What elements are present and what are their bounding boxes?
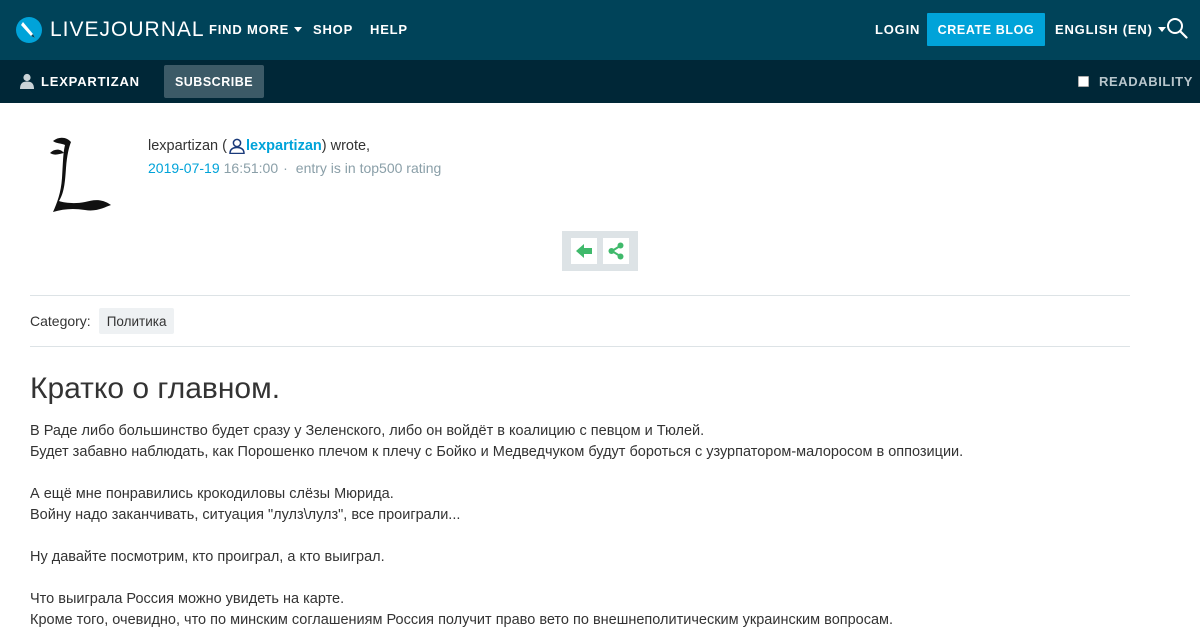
entry-category: Category: Политика xyxy=(30,308,175,334)
body-line: Ну давайте посмотрим, кто проиграл, а кт… xyxy=(30,549,385,565)
body-line: А ещё мне понравились крокодиловы слёзы … xyxy=(30,486,394,502)
author-name: lexpartizan xyxy=(148,138,219,154)
share-icon xyxy=(608,242,624,260)
entry-actions xyxy=(562,231,638,271)
rating-note: entry is in top500 rating xyxy=(295,160,442,176)
livejournal-logo[interactable]: LIVEJOURNAL xyxy=(15,15,205,45)
login-link[interactable]: LOGIN xyxy=(875,22,920,37)
nav-find-more-label: FIND MORE xyxy=(209,22,290,37)
divider xyxy=(30,346,1130,347)
top-navigation-bar: LIVEJOURNAL FIND MORE SHOP HELP LOGIN CR… xyxy=(0,0,1200,60)
entry-time: 16:51:00 xyxy=(223,160,279,176)
nav-help[interactable]: HELP xyxy=(370,22,408,37)
wrote-text: wrote, xyxy=(330,138,371,154)
language-label: ENGLISH (EN) xyxy=(1055,22,1153,37)
category-label: Category: xyxy=(30,313,91,329)
category-tag[interactable]: Политика xyxy=(98,308,175,334)
arrow-left-icon xyxy=(576,244,592,258)
entry-date-line: 2019-07-19 16:51:00 · entry is in top500… xyxy=(148,158,441,178)
body-line: Что выиграла Россия можно увидеть на кар… xyxy=(30,591,345,607)
previous-entry-button[interactable] xyxy=(571,238,597,264)
user-icon xyxy=(20,73,34,89)
share-button[interactable] xyxy=(603,238,629,264)
readability-toggle[interactable]: READABILITY xyxy=(1078,74,1193,89)
logo-text: LIVEJOURNAL xyxy=(50,18,205,41)
chevron-down-icon xyxy=(294,27,303,33)
chevron-down-icon xyxy=(1157,27,1166,33)
subscribe-button[interactable]: SUBSCRIBE xyxy=(164,65,264,98)
author-link[interactable]: lexpartizan xyxy=(246,138,322,154)
language-selector[interactable]: ENGLISH (EN) xyxy=(1055,22,1166,37)
create-blog-button[interactable]: CREATE BLOG xyxy=(927,13,1045,46)
body-line: Будет забавно наблюдать, как Порошенко п… xyxy=(30,444,964,460)
readability-label: READABILITY xyxy=(1099,74,1193,89)
paren-open: ( xyxy=(218,138,227,154)
entry-title: Кратко о главном. xyxy=(30,372,281,405)
entry-meta: lexpartizan ( lexpartizan) wrote, 2019-0… xyxy=(148,136,441,178)
livejournal-logo-icon xyxy=(16,17,42,43)
body-line: Войну надо заканчивать, ситуация "лулз\л… xyxy=(30,507,461,523)
divider xyxy=(30,295,1130,296)
body-line: В Раде либо большинство будет сразу у Зе… xyxy=(30,423,705,439)
meta-separator: · xyxy=(283,160,288,176)
journal-username: LEXPARTIZAN xyxy=(41,73,140,89)
nav-shop[interactable]: SHOP xyxy=(313,22,353,37)
body-line: Кроме того, очевидно, что по минским сог… xyxy=(30,612,894,628)
journal-bar: LEXPARTIZAN SUBSCRIBE READABILITY xyxy=(0,60,1200,103)
search-icon[interactable] xyxy=(1166,17,1188,39)
entry-author-line: lexpartizan ( lexpartizan) wrote, xyxy=(148,136,441,156)
readability-checkbox[interactable] xyxy=(1078,76,1089,87)
nav-find-more[interactable]: FIND MORE xyxy=(209,22,303,37)
user-icon[interactable] xyxy=(229,138,245,154)
paren-close: ) xyxy=(321,138,331,154)
entry-body: В Раде либо большинство будет сразу у Зе… xyxy=(30,421,1150,631)
entry-date-link[interactable]: 2019-07-19 xyxy=(148,160,220,176)
user-avatar[interactable] xyxy=(45,133,115,213)
journal-user-link[interactable]: LEXPARTIZAN xyxy=(20,73,140,89)
